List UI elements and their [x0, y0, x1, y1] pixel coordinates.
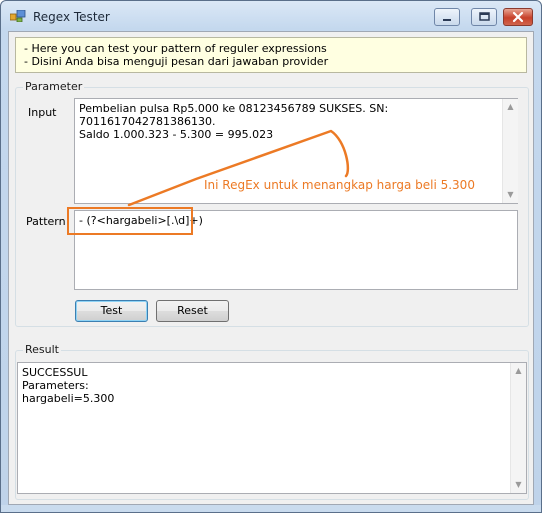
result-group-title: Result	[23, 343, 61, 356]
result-scrollbar[interactable]: ▲ ▼	[510, 363, 526, 493]
scroll-down-icon[interactable]: ▼	[511, 477, 526, 493]
result-textarea[interactable]: SUCCESSUL Parameters: hargabeli=5.300	[17, 362, 527, 494]
window-bottom-border	[1, 505, 541, 512]
test-button[interactable]: Test	[75, 300, 148, 322]
regex-tester-window: Regex Tester - Here you can test your pa…	[0, 0, 542, 513]
annotation-callout-arrow	[127, 129, 350, 207]
reset-button[interactable]: Reset	[156, 300, 229, 322]
annotation-text: Ini RegEx untuk menangkap harga beli 5.3…	[204, 178, 475, 192]
scroll-up-icon[interactable]: ▲	[511, 363, 526, 379]
pattern-highlight-box	[67, 207, 193, 235]
